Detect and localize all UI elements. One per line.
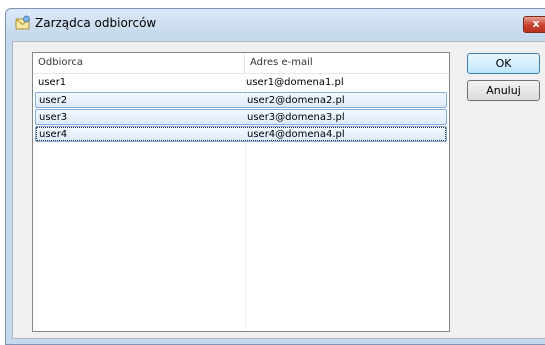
recipient-email: user2@domena2.pl — [247, 95, 345, 106]
recipients-list[interactable]: Odbiorca Adres e-mail user1 user1@domena… — [32, 52, 450, 332]
recipient-name: user1 — [38, 77, 67, 88]
list-row[interactable]: user3 user3@domena3.pl — [35, 109, 447, 125]
list-row[interactable]: user4 user4@domena4.pl — [35, 126, 447, 142]
dialog-window: Zarządca odbiorców x Odbiorca Adres e-ma… — [5, 8, 545, 345]
list-rows: user1 user1@domena1.pl user2 user2@domen… — [33, 75, 449, 143]
column-header-recipient[interactable]: Odbiorca — [33, 53, 245, 73]
column-header-email[interactable]: Adres e-mail — [245, 53, 445, 73]
list-header: Odbiorca Adres e-mail — [33, 53, 449, 74]
ok-button[interactable]: OK — [467, 53, 540, 74]
envelope-contacts-icon — [15, 15, 31, 31]
recipient-email: user4@domena4.pl — [247, 129, 345, 140]
list-row[interactable]: user2 user2@domena2.pl — [35, 92, 447, 108]
recipient-name: user4 — [39, 129, 68, 140]
title-bar[interactable]: Zarządca odbiorców x — [6, 9, 545, 37]
recipient-email: user1@domena1.pl — [246, 77, 344, 88]
dialog-body: Odbiorca Adres e-mail user1 user1@domena… — [12, 41, 545, 339]
recipient-name: user3 — [39, 112, 68, 123]
list-row[interactable]: user1 user1@domena1.pl — [35, 75, 447, 91]
close-icon: x — [532, 17, 540, 30]
recipient-email: user3@domena3.pl — [247, 112, 345, 123]
window-title: Zarządca odbiorców — [35, 16, 157, 30]
close-button[interactable]: x — [523, 16, 545, 33]
recipient-name: user2 — [39, 95, 68, 106]
cancel-button[interactable]: Anuluj — [467, 80, 540, 101]
